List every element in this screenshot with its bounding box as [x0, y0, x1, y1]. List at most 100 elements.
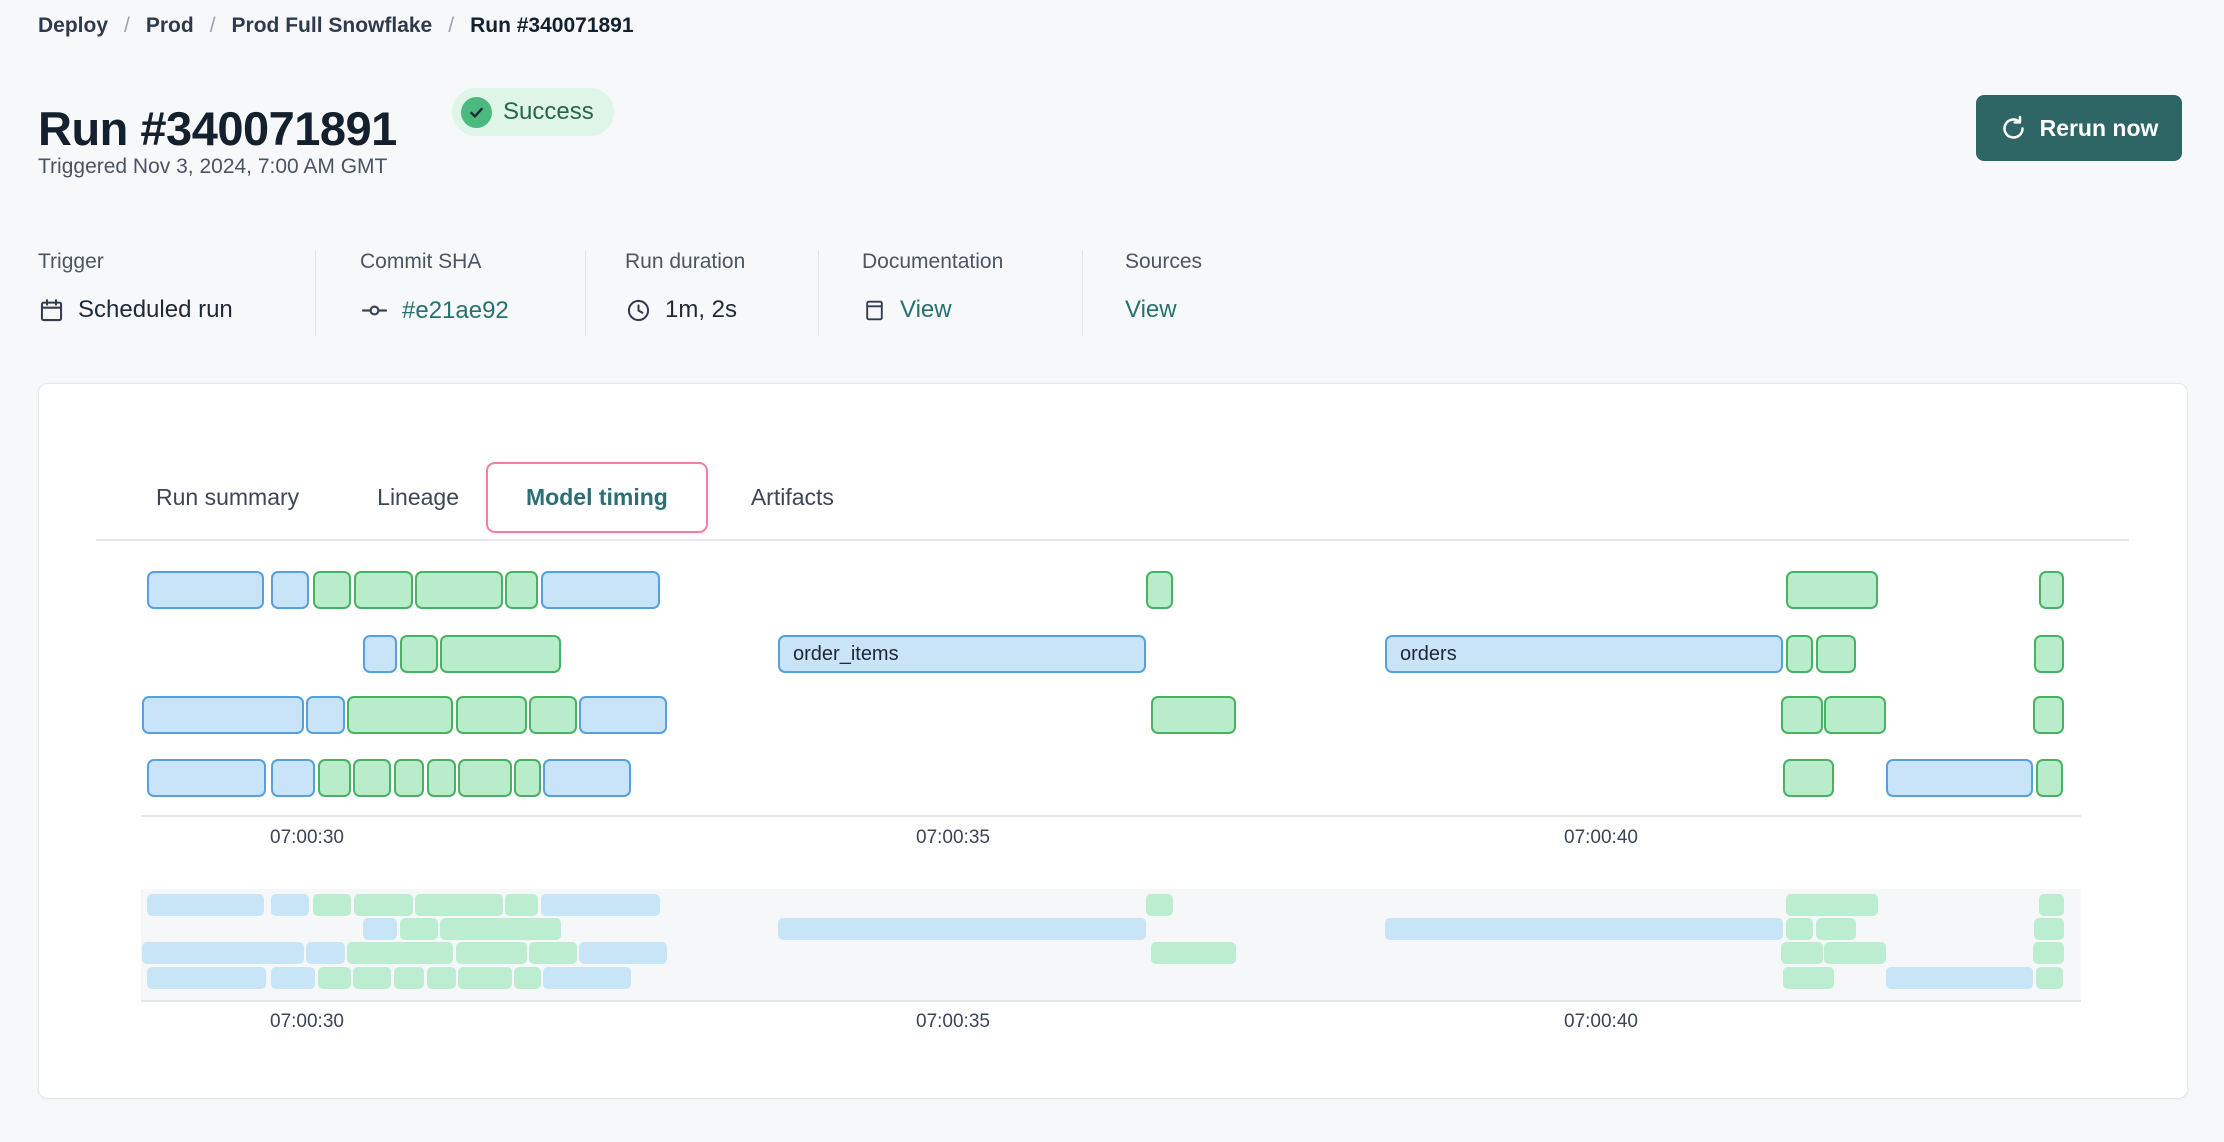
time-tick-label: 07:00:30 — [270, 827, 344, 849]
tab-run-summary[interactable]: Run summary — [156, 484, 299, 511]
model-timing-bar[interactable] — [313, 571, 351, 609]
model-timing-bar-mini — [1886, 967, 2033, 989]
model-timing-bar[interactable] — [394, 759, 424, 797]
success-check-icon — [461, 97, 492, 128]
model-timing-bar-mini — [1781, 942, 1823, 964]
triggered-timestamp: Triggered Nov 3, 2024, 7:00 AM GMT — [38, 155, 387, 179]
time-tick-label: 07:00:35 — [916, 1011, 990, 1033]
breadcrumb-item: Run #340071891 — [470, 14, 633, 38]
model-timing-bar[interactable] — [2033, 696, 2064, 734]
model-timing-bar[interactable]: orders — [1385, 635, 1783, 673]
model-timing-bar[interactable] — [2036, 759, 2063, 797]
meta-label: Sources — [1125, 250, 1202, 274]
breadcrumb-item[interactable]: Deploy — [38, 14, 108, 38]
model-timing-minimap: 07:00:3007:00:3507:00:40 — [141, 889, 2081, 1039]
tab-bar: Run summary Lineage Model timing Artifacts — [156, 459, 834, 535]
rerun-now-button[interactable]: Rerun now — [1976, 95, 2182, 161]
calendar-icon — [38, 297, 65, 324]
meta-divider — [585, 250, 586, 336]
model-timing-bar-mini — [318, 967, 351, 989]
model-timing-bar[interactable] — [271, 759, 315, 797]
breadcrumb-separator: / — [210, 14, 216, 38]
model-timing-bar[interactable] — [1781, 696, 1823, 734]
model-timing-bar-mini — [1816, 918, 1856, 940]
model-timing-bar-mini — [458, 967, 512, 989]
meta-label: Run duration — [625, 250, 745, 274]
meta-divider — [818, 250, 819, 336]
model-timing-bar[interactable] — [458, 759, 512, 797]
model-timing-bar[interactable] — [514, 759, 541, 797]
model-timing-bar-mini — [579, 942, 667, 964]
model-timing-bar[interactable] — [1151, 696, 1236, 734]
model-timing-bar[interactable] — [2039, 571, 2064, 609]
model-timing-bar[interactable] — [354, 571, 413, 609]
model-timing-bar[interactable] — [142, 696, 304, 734]
model-timing-bar[interactable] — [1146, 571, 1173, 609]
model-timing-bar[interactable] — [347, 696, 453, 734]
meta-trigger: TriggerScheduled run — [38, 250, 233, 324]
model-timing-chart: order_itemsorders07:00:3007:00:3507:00:4… — [141, 561, 2081, 861]
model-timing-bar[interactable] — [1783, 759, 1834, 797]
document-icon — [862, 297, 887, 324]
status-badge: Success — [452, 88, 614, 136]
model-timing-bar[interactable] — [427, 759, 456, 797]
model-timing-bar-mini — [353, 967, 391, 989]
model-timing-bar[interactable] — [318, 759, 351, 797]
model-timing-bar[interactable] — [1786, 635, 1813, 673]
model-timing-bar-mini — [1783, 967, 1834, 989]
breadcrumb-item[interactable]: Prod — [146, 14, 194, 38]
meta-value: 1m, 2s — [625, 296, 745, 324]
model-timing-bar[interactable] — [543, 759, 631, 797]
model-timing-bar-mini — [142, 942, 304, 964]
model-timing-bar[interactable] — [440, 635, 561, 673]
model-timing-bar-mini — [415, 894, 503, 916]
meta-divider — [315, 250, 316, 336]
model-timing-bar-mini — [271, 967, 315, 989]
model-timing-bar[interactable] — [1786, 571, 1878, 609]
model-timing-bar-mini — [363, 918, 397, 940]
model-timing-bar[interactable] — [400, 635, 438, 673]
timeline-brush[interactable] — [141, 889, 2081, 1000]
model-timing-bar[interactable] — [541, 571, 660, 609]
tab-model-timing[interactable]: Model timing — [486, 462, 708, 533]
model-timing-bar[interactable] — [1824, 696, 1886, 734]
model-timing-bar-mini — [147, 894, 264, 916]
model-timing-bar-mini — [1824, 942, 1886, 964]
model-timing-bar-mini — [400, 918, 438, 940]
status-label: Success — [503, 98, 594, 126]
breadcrumb-item[interactable]: Prod Full Snowflake — [232, 14, 433, 38]
meta-value-text: Scheduled run — [78, 296, 233, 324]
tab-artifacts[interactable]: Artifacts — [751, 484, 834, 511]
model-timing-bar[interactable] — [363, 635, 397, 673]
model-timing-bar[interactable] — [147, 571, 264, 609]
model-timing-bar[interactable] — [579, 696, 667, 734]
model-timing-bar-mini — [1786, 918, 1813, 940]
model-timing-bar[interactable] — [271, 571, 309, 609]
model-timing-bar[interactable] — [1816, 635, 1856, 673]
meta-value[interactable]: View — [1125, 296, 1202, 324]
model-timing-bar-mini — [514, 967, 541, 989]
tab-lineage[interactable]: Lineage — [377, 484, 459, 511]
model-timing-bar[interactable] — [2034, 635, 2064, 673]
model-timing-bar[interactable] — [147, 759, 266, 797]
meta-value-text: View — [1125, 296, 1177, 324]
model-timing-bar[interactable] — [456, 696, 527, 734]
model-timing-bar[interactable] — [505, 571, 538, 609]
meta-documentation: DocumentationView — [862, 250, 1003, 324]
model-timing-bar[interactable] — [415, 571, 503, 609]
model-timing-bar[interactable] — [529, 696, 577, 734]
meta-value: Scheduled run — [38, 296, 233, 324]
time-tick-label: 07:00:40 — [1564, 827, 1638, 849]
model-timing-bar-mini — [778, 918, 1146, 940]
breadcrumb: Deploy/Prod/Prod Full Snowflake/Run #340… — [38, 14, 634, 38]
model-timing-bar[interactable] — [1886, 759, 2033, 797]
model-timing-bar-mini — [2034, 918, 2064, 940]
meta-label: Commit SHA — [360, 250, 509, 274]
model-timing-bar[interactable] — [353, 759, 391, 797]
meta-value[interactable]: #e21ae92 — [360, 296, 509, 325]
model-timing-bar-mini — [1385, 918, 1783, 940]
meta-value[interactable]: View — [862, 296, 1003, 324]
model-timing-bar[interactable]: order_items — [778, 635, 1146, 673]
model-timing-bar[interactable] — [306, 696, 345, 734]
model-timing-bar-mini — [529, 942, 577, 964]
